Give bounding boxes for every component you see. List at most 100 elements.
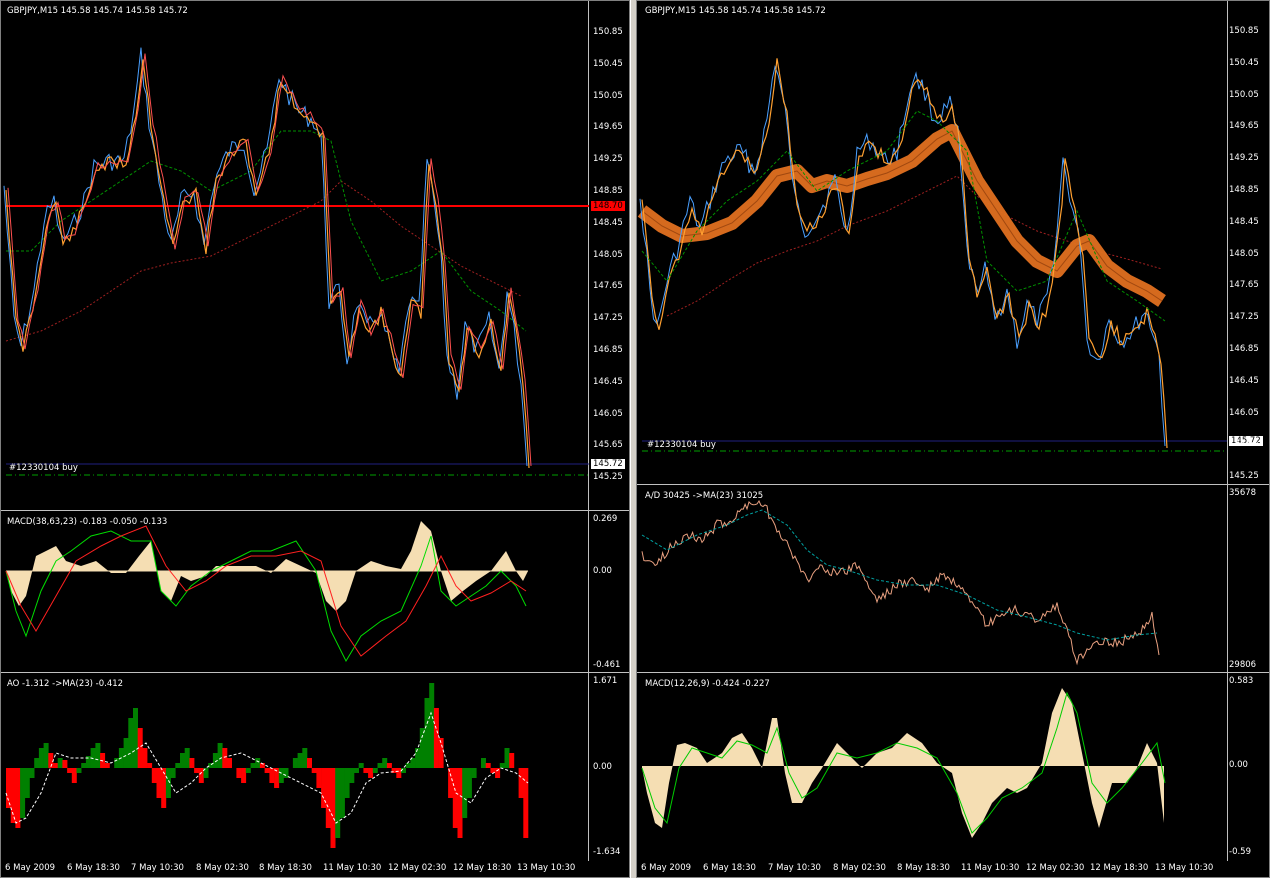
left-macd-label: MACD(38,63,23) -0.183 -0.050 -0.133 [7, 517, 168, 527]
ao-bar [43, 743, 49, 768]
ao-bar [382, 758, 388, 768]
price-tick: 146.85 [1229, 344, 1259, 354]
ao-bar [57, 758, 63, 768]
left-price-chart [3, 47, 589, 476]
left-xtick: 12 May 18:30 [453, 863, 512, 873]
ao-bar [335, 768, 341, 838]
price-tick: 145.65 [1229, 439, 1259, 450]
ao-bar [523, 768, 529, 838]
ao-bar [194, 768, 200, 773]
ao-bar [452, 768, 458, 828]
left-macd-pane[interactable]: MACD(38,63,23) -0.183 -0.050 -0.133 0.26… [1, 511, 629, 673]
ao-bar [180, 753, 185, 768]
ao-bar [358, 763, 364, 768]
right-time-axis: 6 May 2009 6 May 18:30 7 May 10:30 8 May… [637, 861, 1269, 877]
right-xtick: 7 May 10:30 [768, 863, 821, 873]
left-macd-chart [5, 521, 528, 663]
price-tick: 148.45 [593, 217, 623, 228]
ao-bar [363, 768, 369, 773]
ao-bar [504, 748, 510, 768]
ao-bar [462, 768, 468, 818]
ao-bar [104, 763, 110, 768]
ao-bar [34, 758, 40, 768]
price-tick: 149.65 [1229, 121, 1259, 132]
left-macd-tick-zero: 0.00 [593, 566, 612, 576]
left-time-axis: 6 May 2009 6 May 18:30 7 May 10:30 8 May… [1, 861, 629, 877]
right-ad-label: A/D 30425 ->MA(23) 31025 [645, 491, 764, 501]
left-ao-tick-top: 1.671 [593, 676, 618, 686]
right-price-pane[interactable]: GBPJPY,M15 145.58 145.74 145.58 145.72 #… [637, 1, 1269, 485]
ao-bar [297, 753, 303, 768]
price-tick: 145.25 [1229, 471, 1259, 482]
ao-bar [349, 768, 355, 783]
left-ao-label: AO -1.312 ->MA(23) -0.412 [7, 679, 124, 689]
left-xtick: 8 May 02:30 [196, 863, 249, 873]
right-xtick: 6 May 2009 [641, 863, 692, 873]
ao-bar [325, 768, 331, 828]
ao-bar [184, 748, 190, 768]
ao-bar [518, 768, 524, 798]
left-xtick: 6 May 2009 [5, 863, 56, 873]
right-price-chart [637, 58, 1227, 452]
ao-bar [128, 718, 134, 768]
ao-bar [311, 768, 317, 773]
left-price-pane[interactable]: GBPJPY,M15 145.58 145.74 145.58 145.72 #… [1, 1, 629, 511]
right-xtick: 6 May 18:30 [703, 863, 756, 873]
ao-bar [71, 768, 77, 783]
left-chart-window[interactable]: GBPJPY,M15 145.58 145.74 145.58 145.72 #… [0, 0, 630, 878]
ao-bar [339, 768, 345, 818]
ao-bar [368, 768, 374, 778]
ao-bar [269, 768, 275, 783]
ao-bar [165, 768, 171, 798]
ao-bar [396, 768, 402, 778]
ao-bar [377, 763, 383, 768]
ao-bar [151, 768, 157, 783]
ao-bar [433, 708, 439, 768]
ao-bar [67, 768, 73, 773]
right-ad-tick-bottom: 29806 [1229, 660, 1257, 670]
right-xtick: 13 May 10:30 [1155, 863, 1214, 873]
ao-bar [250, 763, 256, 768]
right-xtick: 8 May 18:30 [897, 863, 950, 873]
right-chart-window[interactable]: GBPJPY,M15 145.58 145.74 145.58 145.72 #… [636, 0, 1270, 878]
ao-bar [53, 763, 58, 768]
ao-bar [481, 758, 486, 768]
ao-bar [24, 768, 30, 798]
price-tick: 150.05 [593, 90, 623, 101]
left-ao-tick-zero: 0.00 [593, 762, 612, 772]
ao-bar [457, 768, 463, 838]
ao-bar [264, 768, 270, 773]
price-tick: 150.85 [593, 27, 623, 37]
ao-bar [448, 768, 454, 798]
price-tick: 148.05 [1229, 248, 1259, 259]
left-ao-tick-bottom: -1.634 [593, 847, 621, 857]
right-ad-pane[interactable]: A/D 30425 ->MA(23) 31025 35678 29806 [637, 485, 1269, 673]
ao-bar [485, 763, 491, 768]
ao-bar [344, 768, 350, 798]
ao-bar [189, 758, 195, 768]
price-tick: 148.85 [1229, 185, 1259, 195]
left-order-label: #12330104 buy [9, 463, 78, 473]
ao-bar [217, 743, 223, 768]
price-tick: 148.45 [1229, 216, 1259, 227]
price-tick: 145.25 [593, 472, 623, 483]
ao-bar [292, 758, 298, 768]
ao-bar [20, 768, 26, 818]
ao-bar [307, 758, 312, 768]
ao-bar [302, 748, 308, 768]
ao-bar [29, 768, 35, 778]
ao-bar [415, 748, 421, 768]
right-macd-tick-bottom: -0.59 [1229, 847, 1251, 857]
price-tick: 150.45 [593, 58, 623, 69]
right-xtick: 12 May 02:30 [1026, 863, 1085, 873]
price-tick: 149.25 [1229, 153, 1259, 164]
right-macd-pane[interactable]: MACD(12,26,9) -0.424 -0.227 0.583 0.00 -… [637, 673, 1269, 863]
price-tick: 148.05 [593, 249, 623, 260]
ao-bar [499, 763, 505, 768]
ao-bar [123, 738, 129, 768]
ao-bar [354, 768, 359, 773]
price-tick: 146.45 [593, 376, 623, 387]
left-ao-pane[interactable]: AO -1.312 ->MA(23) -0.412 1.671 0.00 -1.… [1, 673, 629, 863]
left-macd-tick-bottom: -0.461 [593, 660, 621, 670]
price-tick: 149.65 [593, 122, 623, 133]
